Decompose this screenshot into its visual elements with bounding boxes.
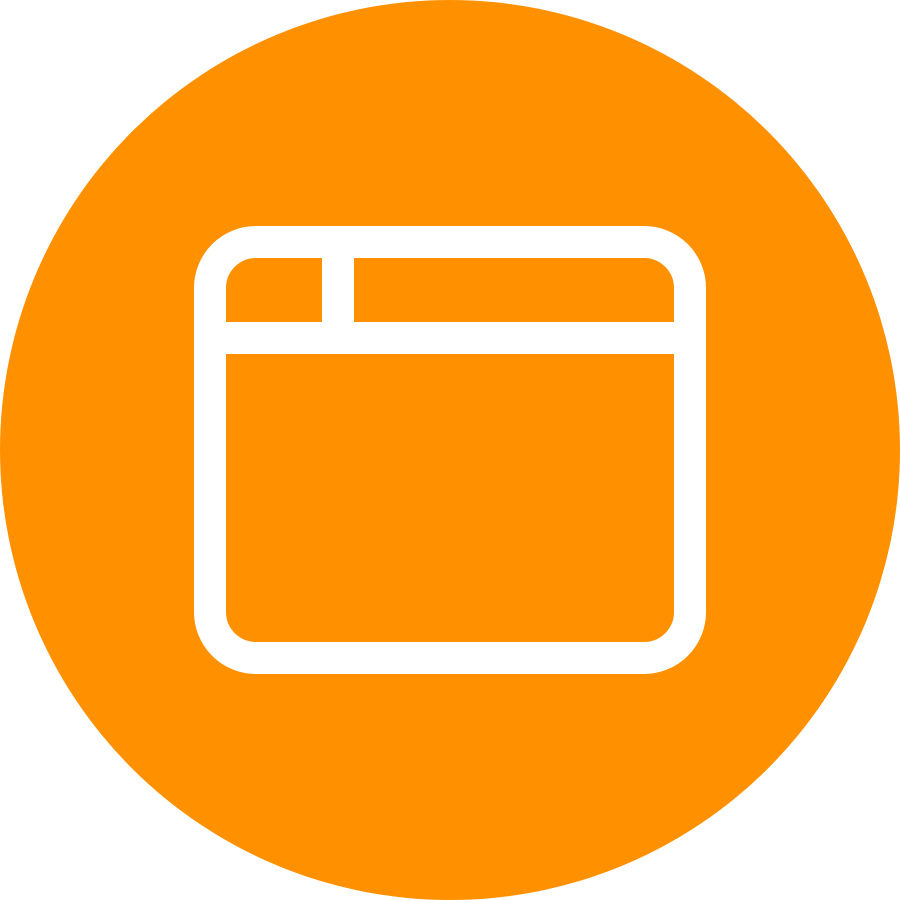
app-icon [0, 0, 900, 900]
icon-background-circle [0, 0, 900, 900]
browser-window-icon [0, 0, 900, 900]
